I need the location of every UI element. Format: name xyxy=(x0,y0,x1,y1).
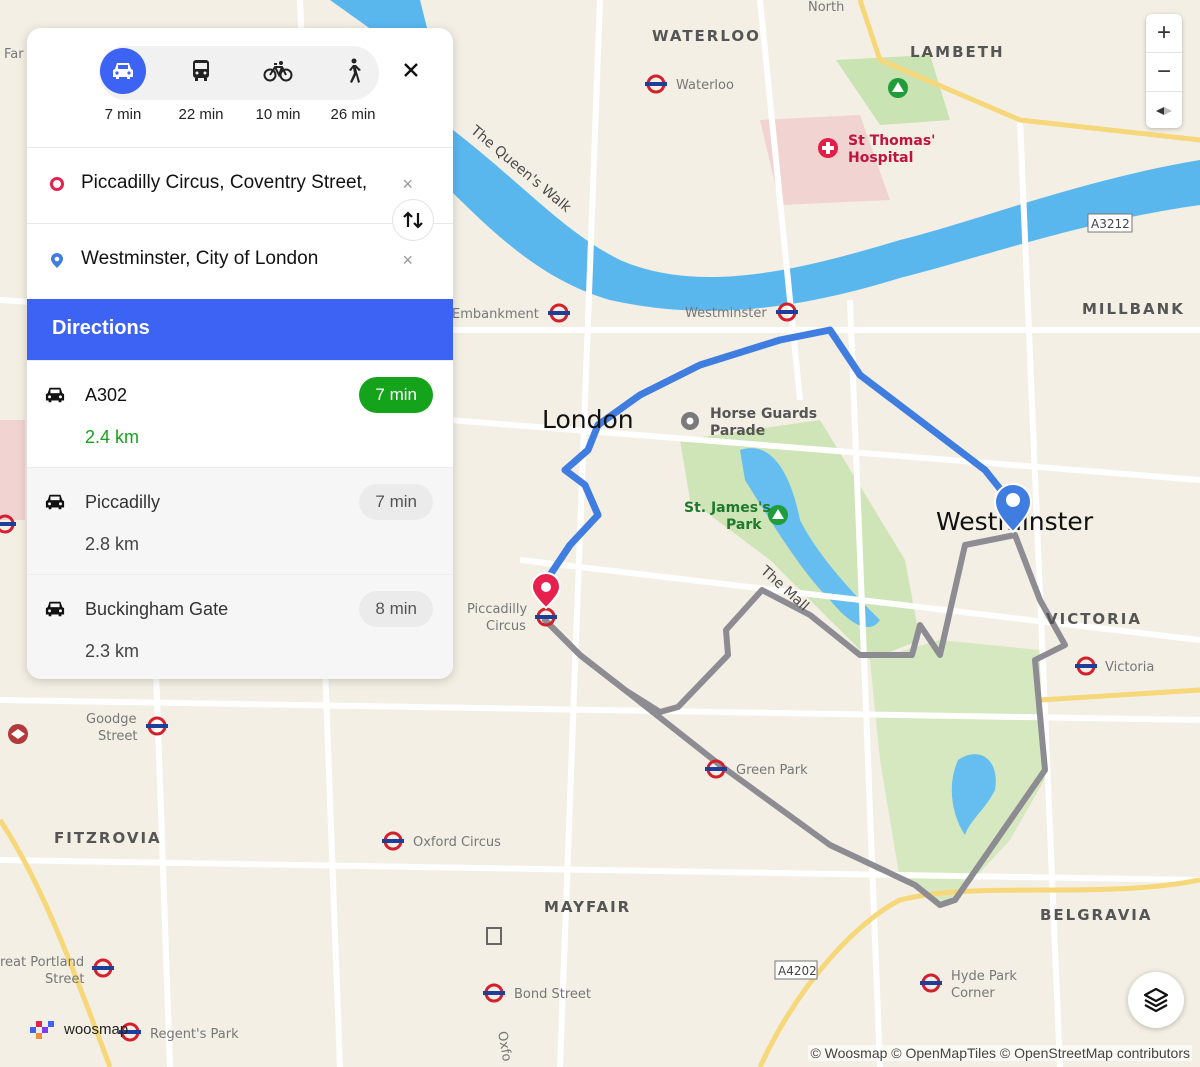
bus-icon xyxy=(178,48,224,94)
label-embankment: Embankment xyxy=(452,307,539,322)
label-regents-park: Regent's Park xyxy=(150,1027,239,1042)
map-attribution[interactable]: © Woosmap © OpenMapTiles © OpenStreetMap… xyxy=(808,1045,1192,1061)
camera-icon xyxy=(681,412,699,430)
label-st-james-1: St. James's xyxy=(684,500,771,516)
origin-field[interactable]: Piccadilly Circus, Coventry Street, × xyxy=(27,147,453,222)
compass-icon xyxy=(1156,107,1172,115)
road-shield-a3212: A3212 xyxy=(1087,213,1133,233)
route-name: Buckingham Gate xyxy=(85,599,229,619)
hospital-icon xyxy=(818,138,838,158)
label-far: Far xyxy=(4,47,24,62)
destination-marker-icon xyxy=(51,253,63,268)
label-waterloo-station: Waterloo xyxy=(676,78,734,93)
label-lambeth: LAMBETH xyxy=(910,43,1005,61)
label-great-portland-2: Street xyxy=(45,972,85,987)
swap-icon xyxy=(403,211,423,229)
route-distance: 2.4 km xyxy=(85,427,140,447)
mode-transit-button[interactable]: 22 min xyxy=(164,46,238,123)
label-green-park: Green Park xyxy=(736,763,808,778)
label-st-james-2: Park xyxy=(726,517,762,533)
directions-title: Directions xyxy=(52,317,150,339)
park-icon xyxy=(768,505,788,525)
svg-text:A3212: A3212 xyxy=(1091,217,1130,231)
mode-walk-button[interactable]: 26 min xyxy=(316,46,390,123)
travel-mode-selector: 7 min 22 min 10 min 26 min xyxy=(27,28,453,148)
route-option-buckingham-gate[interactable]: Buckingham Gate 2.3 km 8 min xyxy=(27,574,453,679)
car-icon xyxy=(45,387,65,403)
compass-button[interactable] xyxy=(1146,92,1182,130)
park-icon xyxy=(888,78,908,98)
zoom-in-button[interactable]: + xyxy=(1146,14,1182,53)
directions-panel: 7 min 22 min 10 min 26 min Piccadilly Ci… xyxy=(27,28,453,679)
label-victoria-area: VICTORIA xyxy=(1046,610,1142,628)
close-directions-button[interactable] xyxy=(399,58,423,82)
route-duration-badge: 8 min xyxy=(359,591,433,627)
origin-marker-icon xyxy=(50,177,64,191)
origin-input[interactable]: Piccadilly Circus, Coventry Street, xyxy=(81,172,367,194)
label-victoria-station: Victoria xyxy=(1105,660,1154,675)
label-goodge-1: Goodge xyxy=(86,712,136,727)
label-westminster-station: Westminster xyxy=(685,306,767,321)
zoom-controls: + − xyxy=(1146,14,1182,128)
label-north: North xyxy=(808,0,844,15)
directions-header: Directions xyxy=(27,299,453,360)
route-name: Piccadilly xyxy=(85,492,161,512)
bicycle-icon xyxy=(255,48,301,94)
woosmap-logo: woosmap xyxy=(28,1017,128,1041)
destination-clear-button[interactable]: × xyxy=(402,250,413,271)
label-piccadilly-circus-2: Circus xyxy=(486,619,526,634)
woosmap-logo-text: woosmap xyxy=(64,1020,129,1038)
route-distance: 2.8 km xyxy=(85,534,140,554)
mode-bike-duration: 10 min xyxy=(255,106,301,123)
close-icon xyxy=(404,63,418,77)
woosmap-logo-icon xyxy=(30,1021,54,1039)
label-hyde-park-1: Hyde Park xyxy=(951,969,1017,984)
label-oxford-circus: Oxford Circus xyxy=(413,835,501,850)
university-icon xyxy=(8,724,28,744)
mode-car-duration: 7 min xyxy=(104,106,142,123)
car-icon xyxy=(100,48,146,94)
svg-text:A4202: A4202 xyxy=(778,964,817,978)
walk-icon xyxy=(330,48,376,94)
mode-transit-duration: 22 min xyxy=(178,106,224,123)
label-belgravia: BELGRAVIA xyxy=(1040,906,1153,924)
label-st-thomas-1: St Thomas' xyxy=(848,133,935,149)
label-london: London xyxy=(542,405,634,434)
destination-input[interactable]: Westminster, City of London xyxy=(81,248,318,270)
layers-button[interactable] xyxy=(1128,972,1184,1028)
label-great-portland-1: reat Portland xyxy=(0,955,84,970)
layers-icon xyxy=(1143,987,1169,1013)
label-millbank: MILLBANK xyxy=(1082,300,1185,318)
route-option-piccadilly[interactable]: Piccadilly 2.8 km 7 min xyxy=(27,467,453,575)
label-horse-guards-1: Horse Guards xyxy=(710,406,817,422)
route-option-a302[interactable]: A302 2.4 km 7 min xyxy=(27,360,453,468)
route-distance: 2.3 km xyxy=(85,641,140,661)
mode-bike-button[interactable]: 10 min xyxy=(241,46,315,123)
label-goodge-2: Street xyxy=(98,729,138,744)
label-hyde-park-2: Corner xyxy=(951,986,995,1001)
route-duration-badge: 7 min xyxy=(359,484,433,520)
label-bond-street: Bond Street xyxy=(514,987,591,1002)
route-name: A302 xyxy=(85,385,128,405)
label-horse-guards-2: Parade xyxy=(710,423,765,439)
mode-car-button[interactable]: 7 min xyxy=(86,46,160,123)
label-piccadilly-circus-1: Piccadilly xyxy=(467,602,528,617)
label-fitzrovia: FITZROVIA xyxy=(54,829,162,847)
origin-clear-button[interactable]: × xyxy=(402,174,413,195)
destination-field[interactable]: Westminster, City of London × xyxy=(27,223,453,298)
label-mayfair: MAYFAIR xyxy=(544,898,631,916)
car-icon xyxy=(45,601,65,617)
route-duration-badge: 7 min xyxy=(359,377,433,413)
label-waterloo-area: WATERLOO xyxy=(652,27,761,45)
road-shield-a4202: A4202 xyxy=(774,960,818,980)
label-st-thomas-2: Hospital xyxy=(848,150,913,166)
car-icon xyxy=(45,494,65,510)
mode-walk-duration: 26 min xyxy=(330,106,376,123)
swap-locations-button[interactable] xyxy=(393,200,433,240)
zoom-out-button[interactable]: − xyxy=(1146,53,1182,92)
